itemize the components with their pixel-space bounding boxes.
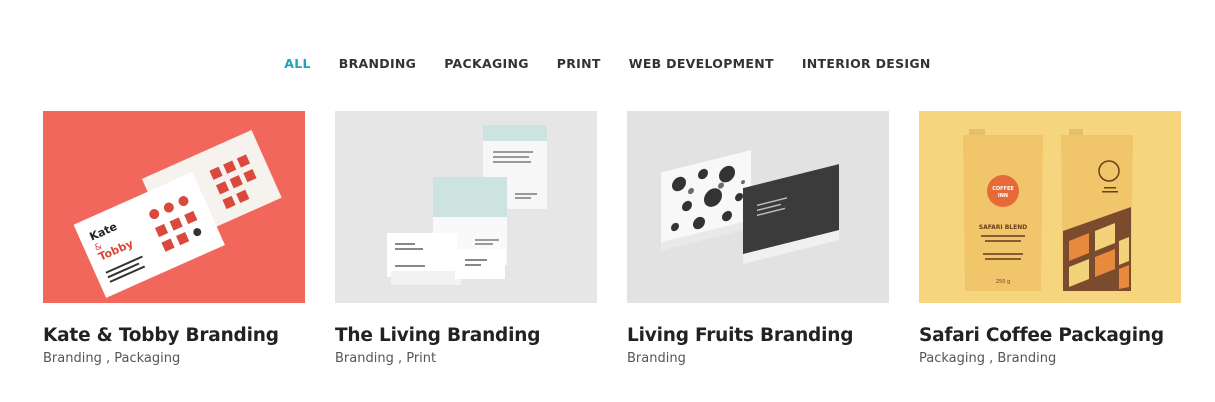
portfolio-image-safari-coffee[interactable]: COFFEE INN SAFARI BLEND 250 g (919, 111, 1181, 303)
portfolio-filter-bar: ALL BRANDING PACKAGING PRINT WEB DEVELOP… (0, 56, 1215, 71)
portfolio-card[interactable]: The Living Branding Branding , Print (335, 111, 597, 366)
portfolio-card[interactable]: COFFEE INN SAFARI BLEND 250 g Safari Cof… (919, 111, 1181, 366)
portfolio-image-living-fruits[interactable] (627, 111, 889, 303)
filter-interior-design[interactable]: INTERIOR DESIGN (802, 56, 931, 71)
portfolio-title[interactable]: The Living Branding (335, 325, 597, 346)
filter-branding[interactable]: BRANDING (339, 56, 416, 71)
portfolio-card[interactable]: Kate & Tobby Kate & Tobby Branding Brand… (43, 111, 305, 366)
portfolio-categories: Packaging , Branding (919, 351, 1057, 366)
coffee-inn-logo: COFFEE (992, 186, 1014, 192)
portfolio-title[interactable]: Kate & Tobby Branding (43, 325, 305, 346)
filter-packaging[interactable]: PACKAGING (444, 56, 529, 71)
filter-web-development[interactable]: WEB DEVELOPMENT (629, 56, 774, 71)
svg-text:INN: INN (998, 193, 1008, 199)
portfolio-categories: Branding (627, 351, 686, 366)
svg-text:250 g: 250 g (996, 279, 1010, 285)
portfolio-grid: Kate & Tobby Kate & Tobby Branding Brand… (43, 111, 1181, 366)
portfolio-image-kate-tobby[interactable]: Kate & Tobby (43, 111, 305, 303)
portfolio-categories: Branding , Packaging (43, 351, 181, 366)
filter-all[interactable]: ALL (284, 56, 311, 71)
portfolio-categories: Branding , Print (335, 351, 437, 366)
portfolio-card[interactable]: Living Fruits Branding Branding (627, 111, 889, 366)
safari-blend-label: SAFARI BLEND (979, 224, 1027, 231)
portfolio-title[interactable]: Safari Coffee Packaging (919, 325, 1181, 346)
portfolio-title[interactable]: Living Fruits Branding (627, 325, 889, 346)
filter-print[interactable]: PRINT (557, 56, 601, 71)
portfolio-image-the-living[interactable] (335, 111, 597, 303)
